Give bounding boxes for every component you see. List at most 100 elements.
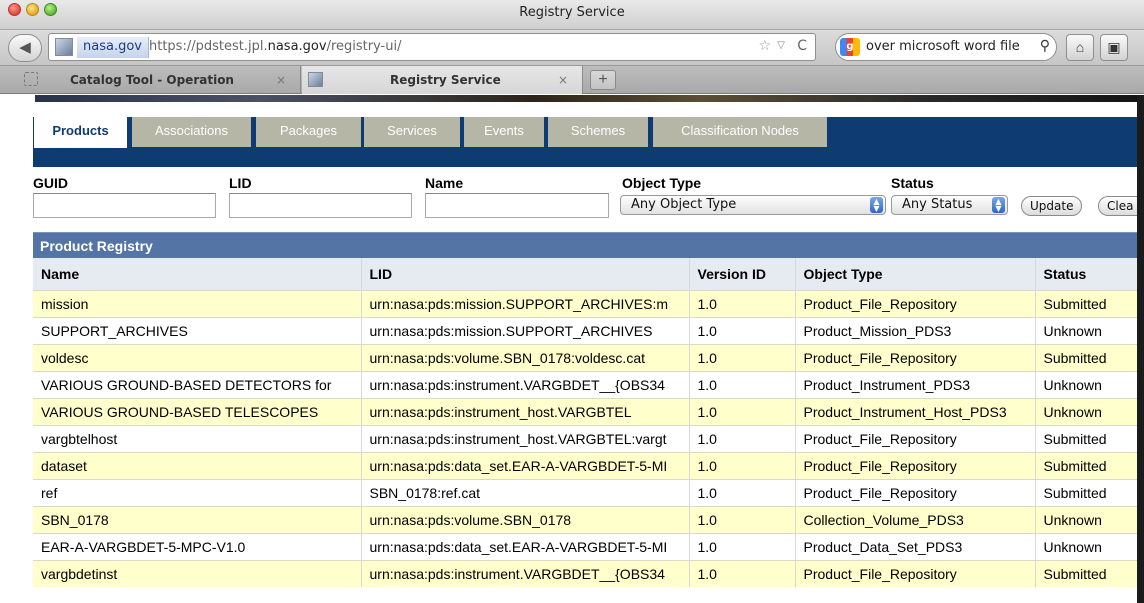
table-row[interactable]: VARIOUS GROUND-BASED TELESCOPES urn:nasa:…: [33, 397, 1144, 425]
table-row[interactable]: vargbdetinst urn:nasa:pds:instrument.VARG…: [33, 559, 1144, 587]
status-label: Status: [891, 175, 934, 191]
search-field[interactable]: g over microsoft word file ⚲: [835, 33, 1057, 61]
cell-version-id: 1.0: [688, 316, 795, 344]
table-row[interactable]: VARIOUS GROUND-BASED DETECTORS for urn:na…: [33, 370, 1144, 398]
browser-tab-catalog-tool[interactable]: Catalog Tool - Operation ×: [0, 66, 301, 94]
table-row[interactable]: voldesc urn:nasa:pds:volume.SBN_0178:vold…: [33, 343, 1144, 371]
column-header-object-type[interactable]: Object Type: [794, 258, 1035, 290]
tab-classification-nodes[interactable]: Classification Nodes: [653, 117, 827, 147]
guid-label: GUID: [33, 175, 68, 191]
object-type-select[interactable]: Any Object Type ▲ ▼: [620, 195, 886, 215]
object-type-value: Any Object Type: [631, 197, 737, 212]
cell-object-type: Product_Mission_PDS3: [794, 316, 1035, 344]
page-edge-shadow: [1137, 95, 1144, 603]
window-title: Registry Service: [519, 5, 625, 20]
cell-status: Unknown: [1034, 505, 1144, 533]
table-row[interactable]: dataset urn:nasa:pds:data_set.EAR-A-VARGB…: [33, 451, 1144, 479]
navigation-band: Products Associations Packages Services …: [33, 117, 1144, 167]
header-banner-image: [35, 95, 1144, 102]
tab-packages[interactable]: Packages: [256, 117, 361, 147]
cell-object-type: Product_File_Repository: [794, 343, 1035, 371]
site-identity-button[interactable]: nasa.gov: [77, 37, 149, 58]
window-titlebar: Registry Service: [0, 0, 1144, 30]
cell-object-type: Product_Instrument_Host_PDS3: [794, 397, 1035, 425]
cell-lid: urn:nasa:pds:instrument.VARGBDET__{OBS34: [360, 370, 689, 398]
search-icon[interactable]: ⚲: [1040, 38, 1050, 54]
column-header-version-id[interactable]: Version ID: [688, 258, 795, 290]
page-content: Products Associations Packages Services …: [0, 95, 1144, 603]
reload-icon[interactable]: C: [797, 38, 807, 54]
cell-object-type: Collection_Volume_PDS3: [794, 505, 1035, 533]
tab-services[interactable]: Services: [364, 117, 460, 147]
cell-name: ref: [33, 478, 361, 506]
cell-status: Submitted: [1034, 343, 1144, 371]
tab-schemes[interactable]: Schemes: [548, 117, 648, 147]
cell-version-id: 1.0: [688, 343, 795, 371]
column-header-lid[interactable]: LID: [360, 258, 689, 290]
cell-object-type: Product_Instrument_PDS3: [794, 370, 1035, 398]
table-row[interactable]: SBN_0178 urn:nasa:pds:volume.SBN_0178 1.0 C…: [33, 505, 1144, 533]
name-input[interactable]: [425, 193, 609, 218]
table-row[interactable]: vargbtelhost urn:nasa:pds:instrument_host…: [33, 424, 1144, 452]
cell-name: mission: [33, 289, 361, 317]
cell-object-type: Product_File_Repository: [794, 424, 1035, 452]
search-input[interactable]: over microsoft word file: [866, 39, 1020, 54]
cell-object-type: Product_File_Repository: [794, 289, 1035, 317]
table-row[interactable]: mission urn:nasa:pds:mission.SUPPORT_ARCH…: [33, 289, 1144, 317]
filter-form: GUID LID Name Object Type Any Object Typ…: [33, 175, 1144, 225]
cell-lid: urn:nasa:pds:instrument.VARGBDET__{OBS34: [360, 559, 689, 587]
cell-object-type: Product_File_Repository: [794, 559, 1035, 587]
cell-lid: urn:nasa:pds:instrument_host.VARGBTEL:va…: [360, 424, 689, 452]
cell-version-id: 1.0: [688, 478, 795, 506]
address-bar[interactable]: nasa.gov https://pdstest.jpl.nasa.gov/re…: [48, 33, 816, 61]
guid-input[interactable]: [33, 193, 216, 218]
tab-products[interactable]: Products: [34, 117, 127, 148]
tab-close-icon[interactable]: ×: [276, 66, 286, 94]
new-tab-button[interactable]: +: [590, 70, 616, 90]
cell-lid: urn:nasa:pds:data_set.EAR-A-VARGBDET-5-M…: [360, 532, 689, 560]
lid-label: LID: [229, 175, 252, 191]
cell-version-id: 1.0: [688, 424, 795, 452]
cell-version-id: 1.0: [688, 505, 795, 533]
tab-close-icon[interactable]: ×: [558, 66, 568, 94]
cell-name: VARIOUS GROUND-BASED DETECTORS for: [33, 370, 361, 398]
registry-title: Product Registry: [33, 232, 1144, 258]
table-row[interactable]: EAR-A-VARGBDET-5-MPC-V1.0 urn:nasa:pds:da…: [33, 532, 1144, 560]
table-row[interactable]: SUPPORT_ARCHIVES urn:nasa:pds:mission.SUP…: [33, 316, 1144, 344]
name-label: Name: [425, 175, 464, 191]
cell-status: Submitted: [1034, 478, 1144, 506]
url-domain: nasa.gov: [267, 39, 327, 54]
tab-associations[interactable]: Associations: [132, 117, 251, 147]
extension-button[interactable]: ▣: [1100, 34, 1128, 61]
history-dropdown-icon[interactable]: ▽: [777, 40, 785, 51]
cell-lid: urn:nasa:pds:volume.SBN_0178: [360, 505, 689, 533]
cell-status: Submitted: [1034, 559, 1144, 587]
browser-tabstrip: Catalog Tool - Operation × Registry Serv…: [0, 66, 1144, 94]
home-button[interactable]: ⌂: [1066, 34, 1094, 61]
browser-tab-registry-service[interactable]: Registry Service ×: [302, 66, 583, 94]
back-button[interactable]: ◀: [8, 34, 42, 62]
table-row[interactable]: ref SBN_0178:ref.cat 1.0 Product_File_Repos…: [33, 478, 1144, 506]
bookmark-star-icon[interactable]: ☆: [758, 38, 771, 54]
cell-lid: urn:nasa:pds:instrument_host.VARGBTEL: [360, 397, 689, 425]
cell-version-id: 1.0: [688, 559, 795, 587]
cell-name: voldesc: [33, 343, 361, 371]
cell-name: EAR-A-VARGBDET-5-MPC-V1.0: [33, 532, 361, 560]
clear-button[interactable]: Clea: [1098, 196, 1142, 216]
select-stepper-icon: ▲ ▼: [870, 197, 883, 213]
column-header-status[interactable]: Status: [1034, 258, 1144, 290]
cell-version-id: 1.0: [688, 397, 795, 425]
cell-version-id: 1.0: [688, 451, 795, 479]
url-suffix: /registry-ui/: [326, 39, 402, 54]
url-text[interactable]: https://pdstest.jpl.nasa.gov/registry-ui…: [149, 39, 401, 54]
cell-object-type: Product_File_Repository: [794, 451, 1035, 479]
lid-input[interactable]: [229, 193, 412, 218]
cell-lid: SBN_0178:ref.cat: [360, 478, 689, 506]
search-engine-icon[interactable]: g: [840, 38, 860, 56]
cell-status: Unknown: [1034, 397, 1144, 425]
update-button[interactable]: Update: [1021, 196, 1083, 216]
status-select[interactable]: Any Status ▲ ▼: [891, 195, 1008, 215]
tab-label: Registry Service: [390, 73, 501, 87]
column-header-name[interactable]: Name: [33, 258, 361, 290]
tab-events[interactable]: Events: [464, 117, 544, 147]
